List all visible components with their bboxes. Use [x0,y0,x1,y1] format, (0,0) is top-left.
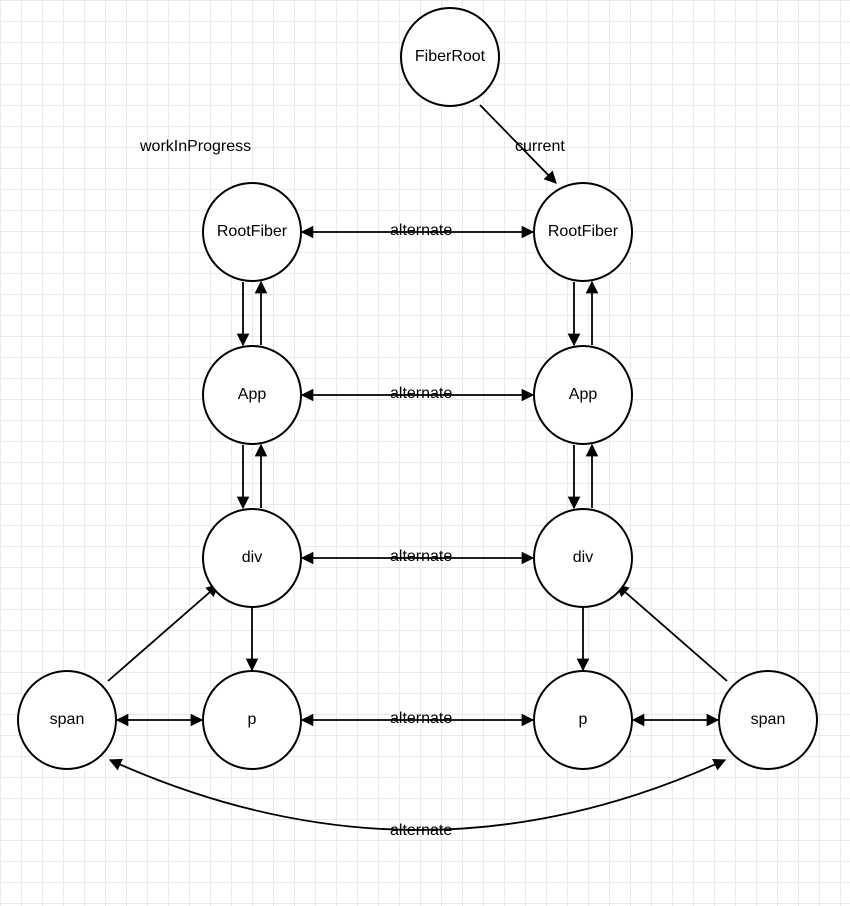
node-label: FiberRoot [415,48,485,66]
node-app-right: App [533,345,633,445]
node-label: App [238,386,266,404]
node-label: p [248,711,257,729]
label-alternate: alternate [390,822,452,840]
node-label: RootFiber [548,223,618,241]
node-rootfiber-right: RootFiber [533,182,633,282]
node-label: span [50,711,85,729]
node-rootfiber-left: RootFiber [202,182,302,282]
diagram-canvas: FiberRoot RootFiber RootFiber App App di… [0,0,850,906]
node-label: span [751,711,786,729]
node-span-right: span [718,670,818,770]
node-fiberroot: FiberRoot [400,7,500,107]
node-label: div [573,549,593,567]
label-alternate: alternate [390,385,452,403]
node-label: App [569,386,597,404]
node-label: RootFiber [217,223,287,241]
label-workinprogress: workInProgress [140,138,251,156]
label-alternate: alternate [390,548,452,566]
edges-layer [0,0,850,906]
label-alternate: alternate [390,222,452,240]
node-app-left: App [202,345,302,445]
node-p-right: p [533,670,633,770]
label-current: current [515,138,565,156]
label-alternate: alternate [390,710,452,728]
node-p-left: p [202,670,302,770]
node-label: div [242,549,262,567]
node-span-left: span [17,670,117,770]
node-label: p [579,711,588,729]
node-div-left: div [202,508,302,608]
node-div-right: div [533,508,633,608]
